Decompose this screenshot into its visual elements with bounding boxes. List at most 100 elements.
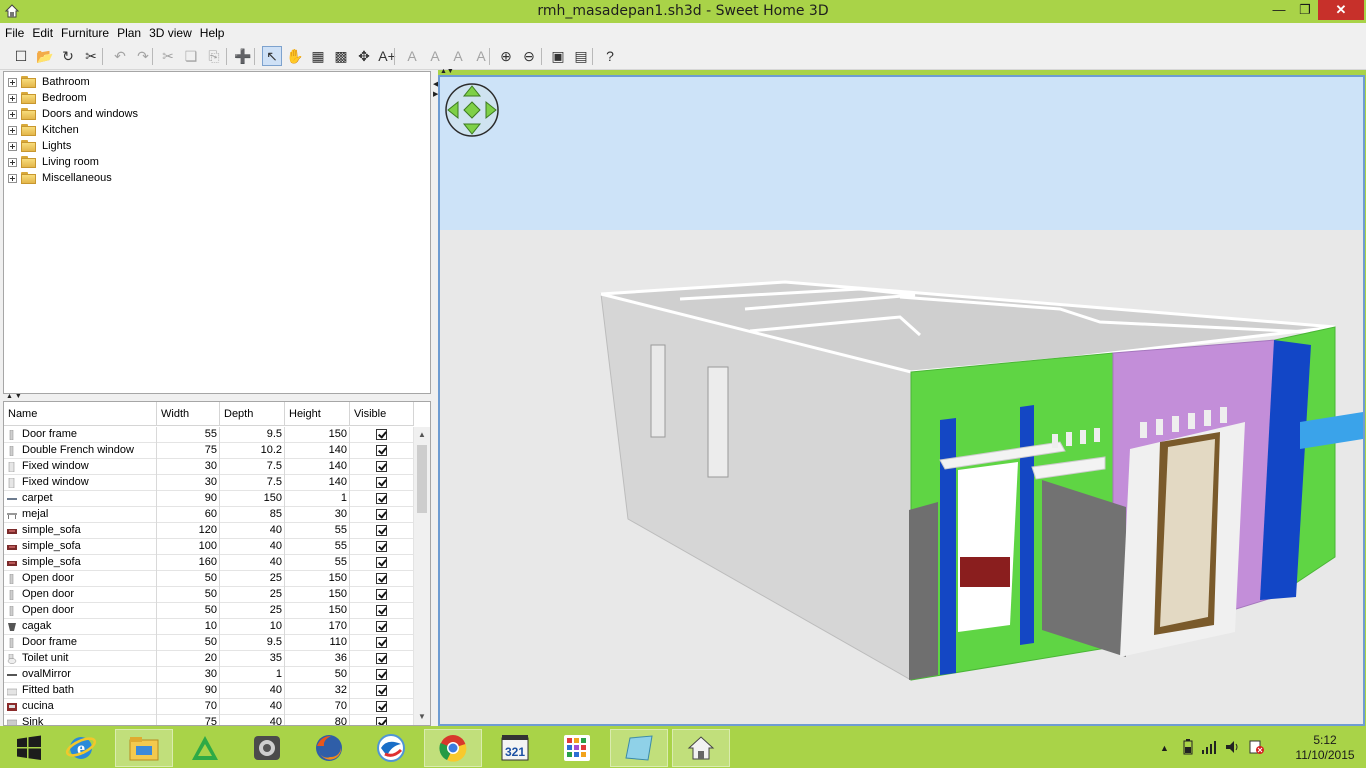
scroll-up-icon[interactable]: ▲ xyxy=(414,427,430,443)
table-row[interactable]: cucina 70 40 70 xyxy=(4,699,414,715)
visible-checkbox[interactable] xyxy=(376,445,387,456)
table-row[interactable]: ovalMirror 30 1 50 xyxy=(4,667,414,683)
catalog-category[interactable]: Doors and windows xyxy=(8,106,138,122)
visible-checkbox[interactable] xyxy=(376,477,387,488)
create-walls-icon[interactable]: ▦ xyxy=(308,46,328,66)
paste-icon[interactable]: ⎘ xyxy=(204,46,224,66)
taskbar-clock[interactable]: 5:12 11/10/2015 xyxy=(1290,733,1360,763)
menu-plan[interactable]: Plan xyxy=(113,23,145,40)
sweet-home-3d-icon[interactable] xyxy=(672,729,730,767)
menu-edit[interactable]: Edit xyxy=(28,23,57,40)
new-home-icon[interactable]: ☐ xyxy=(11,46,31,66)
scroll-thumb[interactable] xyxy=(417,445,427,513)
grid-app-icon[interactable] xyxy=(548,729,606,767)
table-row[interactable]: mejal 60 85 30 xyxy=(4,507,414,523)
expand-icon[interactable] xyxy=(8,173,17,183)
signal-icon[interactable] xyxy=(1201,740,1217,757)
navigation-compass-icon[interactable] xyxy=(445,83,499,137)
battery-icon[interactable] xyxy=(1183,738,1193,758)
visible-checkbox[interactable] xyxy=(376,493,387,504)
copy-icon[interactable]: ❏ xyxy=(181,46,201,66)
visible-checkbox[interactable] xyxy=(376,557,387,568)
table-row[interactable]: Open door 50 25 150 xyxy=(4,587,414,603)
blue-swirl-app-icon[interactable] xyxy=(362,729,420,767)
close-button[interactable]: ✕ xyxy=(1318,0,1364,20)
visible-checkbox[interactable] xyxy=(376,605,387,616)
create-dimensions-icon[interactable]: ✥ xyxy=(354,46,374,66)
table-row[interactable]: simple_sofa 120 40 55 xyxy=(4,523,414,539)
column-header-depth[interactable]: Depth xyxy=(220,402,285,426)
expand-icon[interactable] xyxy=(8,141,17,151)
visible-checkbox[interactable] xyxy=(376,589,387,600)
expand-icon[interactable] xyxy=(8,77,17,87)
add-furniture-icon[interactable]: ➕ xyxy=(233,46,253,66)
help-icon[interactable]: ? xyxy=(600,46,620,66)
pan-mode-icon[interactable]: ✋ xyxy=(285,46,305,66)
visible-checkbox[interactable] xyxy=(376,653,387,664)
media-player-321-icon[interactable]: 321 xyxy=(486,729,544,767)
table-row[interactable]: simple_sofa 160 40 55 xyxy=(4,555,414,571)
3d-view[interactable] xyxy=(438,75,1365,726)
zoom-out-icon[interactable]: ⊖ xyxy=(519,46,539,66)
minimize-button[interactable]: — xyxy=(1266,0,1292,20)
show-hidden-icons-icon[interactable]: ▲ xyxy=(1160,743,1169,753)
table-row[interactable]: Fitted bath 90 40 32 xyxy=(4,683,414,699)
visible-checkbox[interactable] xyxy=(376,541,387,552)
visible-checkbox[interactable] xyxy=(376,573,387,584)
column-header-visible[interactable]: Visible xyxy=(350,402,414,426)
table-row[interactable]: cagak 10 10 170 xyxy=(4,619,414,635)
table-row[interactable]: Open door 50 25 150 xyxy=(4,571,414,587)
windows-start-icon[interactable] xyxy=(0,729,58,767)
table-row[interactable]: Open door 50 25 150 xyxy=(4,603,414,619)
cut-icon[interactable]: ✂ xyxy=(158,46,178,66)
camera-app-icon[interactable] xyxy=(238,729,296,767)
visible-checkbox[interactable] xyxy=(376,685,387,696)
table-row[interactable]: Toilet unit 20 35 36 xyxy=(4,651,414,667)
preferences-icon[interactable]: ✂ xyxy=(81,46,101,66)
column-header-height[interactable]: Height xyxy=(285,402,350,426)
catalog-category[interactable]: Bathroom xyxy=(8,74,90,90)
decrease-text-icon[interactable]: A xyxy=(425,46,445,66)
catalog-category[interactable]: Bedroom xyxy=(8,90,87,106)
volume-icon[interactable] xyxy=(1225,740,1241,757)
expand-icon[interactable] xyxy=(8,157,17,167)
table-row[interactable]: Fixed window 30 7.5 140 xyxy=(4,475,414,491)
firefox-icon[interactable] xyxy=(300,729,358,767)
open-icon[interactable]: 📂 xyxy=(35,46,55,66)
visible-checkbox[interactable] xyxy=(376,701,387,712)
bold-text-icon[interactable]: A xyxy=(448,46,468,66)
undo-icon[interactable]: ↶ xyxy=(110,46,130,66)
visible-checkbox[interactable] xyxy=(376,461,387,472)
file-explorer-icon[interactable] xyxy=(115,729,173,767)
visible-checkbox[interactable] xyxy=(376,525,387,536)
menu-furniture[interactable]: Furniture xyxy=(57,23,113,40)
visible-checkbox[interactable] xyxy=(376,637,387,648)
zoom-in-icon[interactable]: ⊕ xyxy=(496,46,516,66)
menu-3d-view[interactable]: 3D view xyxy=(145,23,196,40)
maximize-button[interactable]: ❐ xyxy=(1292,0,1318,20)
expand-icon[interactable] xyxy=(8,109,17,119)
table-row[interactable]: Door frame 50 9.5 110 xyxy=(4,635,414,651)
catalog-category[interactable]: Lights xyxy=(8,138,71,154)
menu-file[interactable]: File xyxy=(0,23,28,40)
internet-explorer-icon[interactable]: e xyxy=(52,729,110,767)
increase-text-icon[interactable]: A xyxy=(402,46,422,66)
expand-icon[interactable] xyxy=(8,125,17,135)
table-row[interactable]: Sink 75 40 80 xyxy=(4,715,414,725)
table-scrollbar[interactable]: ▲ ▼ xyxy=(413,427,430,725)
splitter-arrows-icon[interactable]: ▲▼ xyxy=(6,393,24,400)
column-header-width[interactable]: Width xyxy=(157,402,220,426)
visible-checkbox[interactable] xyxy=(376,669,387,680)
save-icon[interactable]: ↻ xyxy=(58,46,78,66)
table-row[interactable]: Double French window 75 10.2 140 xyxy=(4,443,414,459)
visible-checkbox[interactable] xyxy=(376,429,387,440)
catalog-category[interactable]: Miscellaneous xyxy=(8,170,112,186)
create-video-icon[interactable]: ▤ xyxy=(571,46,591,66)
table-row[interactable]: simple_sofa 100 40 55 xyxy=(4,539,414,555)
app-triangle-icon[interactable] xyxy=(176,729,234,767)
create-rooms-icon[interactable]: ▩ xyxy=(331,46,351,66)
table-row[interactable]: Fixed window 30 7.5 140 xyxy=(4,459,414,475)
chrome-icon[interactable] xyxy=(424,729,482,767)
expand-icon[interactable] xyxy=(8,93,17,103)
select-mode-icon[interactable]: ↖ xyxy=(262,46,282,66)
